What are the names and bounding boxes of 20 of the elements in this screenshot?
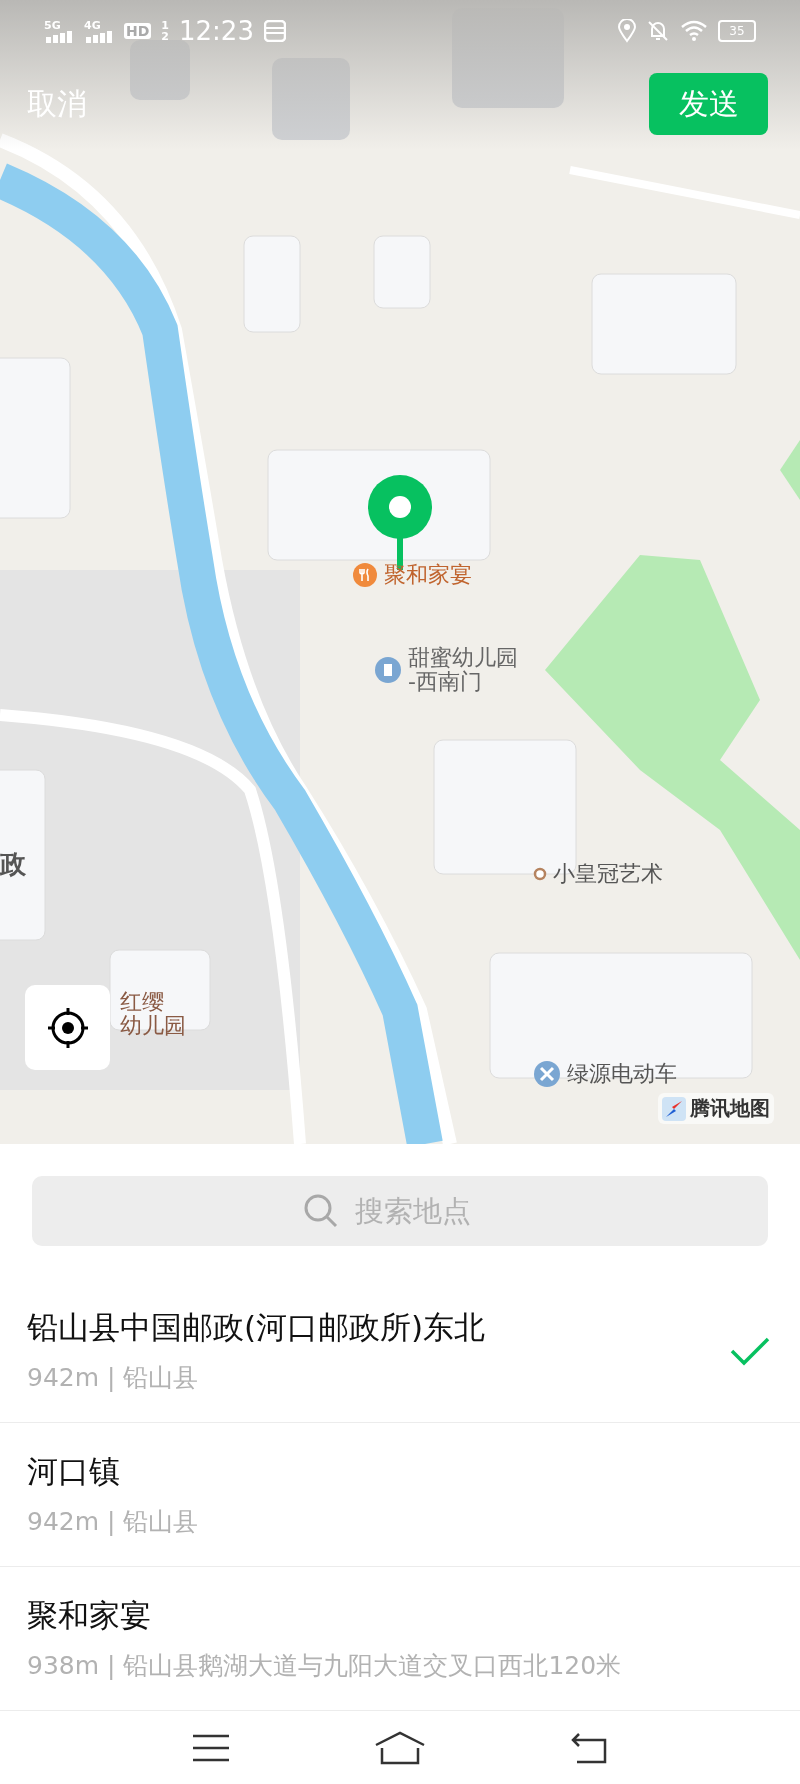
attribution-text: 腾讯地图 — [690, 1095, 770, 1122]
map-label: 小皇冠艺术 — [553, 862, 663, 887]
map-label: 政 — [0, 850, 26, 879]
sim-slot-number: 1 — [161, 20, 169, 31]
place-detail: 942m | 铅山县 — [27, 1506, 199, 1538]
place-detail: 938m | 铅山县鹅湖大道与九阳大道交叉口西北120米 — [27, 1650, 622, 1682]
clock-time: 12:23 — [179, 16, 254, 46]
place-name: 聚和家宴 — [27, 1596, 152, 1635]
network-label: 4G — [84, 19, 101, 31]
place-detail: 942m | 铅山县 — [27, 1362, 200, 1394]
hd-badge: HD — [124, 23, 152, 39]
network-label: 5G — [44, 19, 61, 31]
map-label: 红缨 幼儿园 — [120, 990, 186, 1039]
map-label: 甜蜜幼儿园 -西南门 — [408, 646, 518, 695]
sim-slot-number: 2 — [161, 31, 169, 42]
place-name: 河口镇 — [27, 1452, 121, 1491]
place-name: 铅山县中国邮政(河口邮政所)东北 — [27, 1308, 486, 1347]
battery-indicator: 35 — [718, 20, 756, 42]
map-label: 绿源电动车 — [567, 1061, 677, 1087]
map-label: 聚和家宴 — [384, 562, 472, 588]
